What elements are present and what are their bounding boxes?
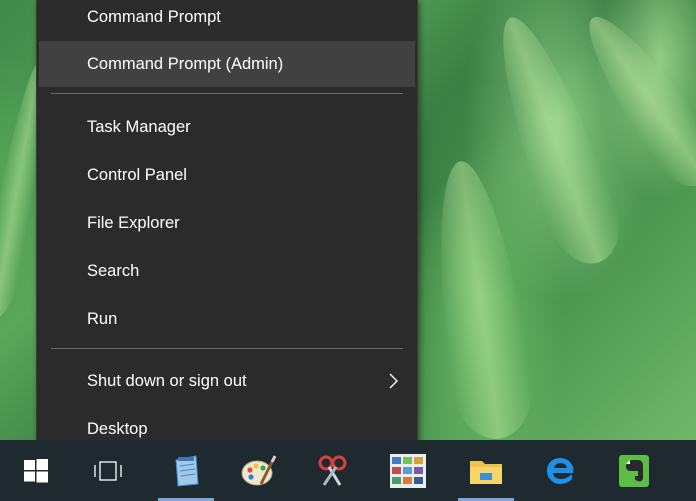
menu-item-label: Command Prompt (Admin) xyxy=(87,55,284,73)
snipping-tool-icon xyxy=(318,455,347,486)
taskbar-app-snipping-tool[interactable] xyxy=(302,440,362,501)
file-explorer-icon xyxy=(470,460,502,484)
evernote-icon xyxy=(619,454,649,487)
wallpaper-leaf xyxy=(420,155,540,445)
menu-item-label: Command Prompt xyxy=(87,8,221,26)
menu-item-label: Shut down or sign out xyxy=(87,372,247,390)
taskbar-app-notepad[interactable] xyxy=(156,440,216,501)
photo-collage-app-icon xyxy=(390,453,426,488)
taskbar-app-evernote[interactable] xyxy=(604,440,664,501)
task-view-button[interactable] xyxy=(78,440,138,501)
taskbar-app-edge[interactable] xyxy=(530,440,590,501)
menu-item-label: Desktop xyxy=(87,420,148,438)
menu-item-command-prompt[interactable]: Command Prompt xyxy=(39,0,415,40)
menu-item-control-panel[interactable]: Control Panel xyxy=(39,152,415,198)
paint-app-icon xyxy=(241,454,277,485)
menu-separator xyxy=(51,348,403,349)
menu-item-label: Task Manager xyxy=(87,118,191,136)
menu-item-label: Control Panel xyxy=(87,166,187,184)
start-button[interactable] xyxy=(6,440,66,501)
menu-item-command-prompt-admin[interactable]: Command Prompt (Admin) xyxy=(39,41,415,87)
power-user-menu: Command Prompt Command Prompt (Admin) Ta… xyxy=(36,0,418,464)
taskbar-app-photo-collage[interactable] xyxy=(378,440,438,501)
menu-item-run[interactable]: Run xyxy=(39,296,415,342)
menu-item-shut-down-or-sign-out[interactable]: Shut down or sign out xyxy=(39,358,415,404)
menu-item-file-explorer[interactable]: File Explorer xyxy=(39,200,415,246)
taskbar-app-file-explorer[interactable] xyxy=(456,440,516,501)
menu-item-label: Run xyxy=(87,310,118,328)
menu-item-search[interactable]: Search xyxy=(39,248,415,294)
windows-start-icon xyxy=(24,458,48,482)
edge-browser-icon xyxy=(547,457,574,484)
taskbar-app-paint[interactable] xyxy=(228,440,288,501)
notepad-app-icon xyxy=(175,454,199,487)
menu-item-label: Search xyxy=(87,262,140,280)
menu-separator xyxy=(51,93,403,94)
task-view-icon xyxy=(94,460,122,481)
menu-item-label: File Explorer xyxy=(87,214,180,232)
chevron-right-icon xyxy=(389,373,398,389)
menu-item-task-manager[interactable]: Task Manager xyxy=(39,104,415,150)
